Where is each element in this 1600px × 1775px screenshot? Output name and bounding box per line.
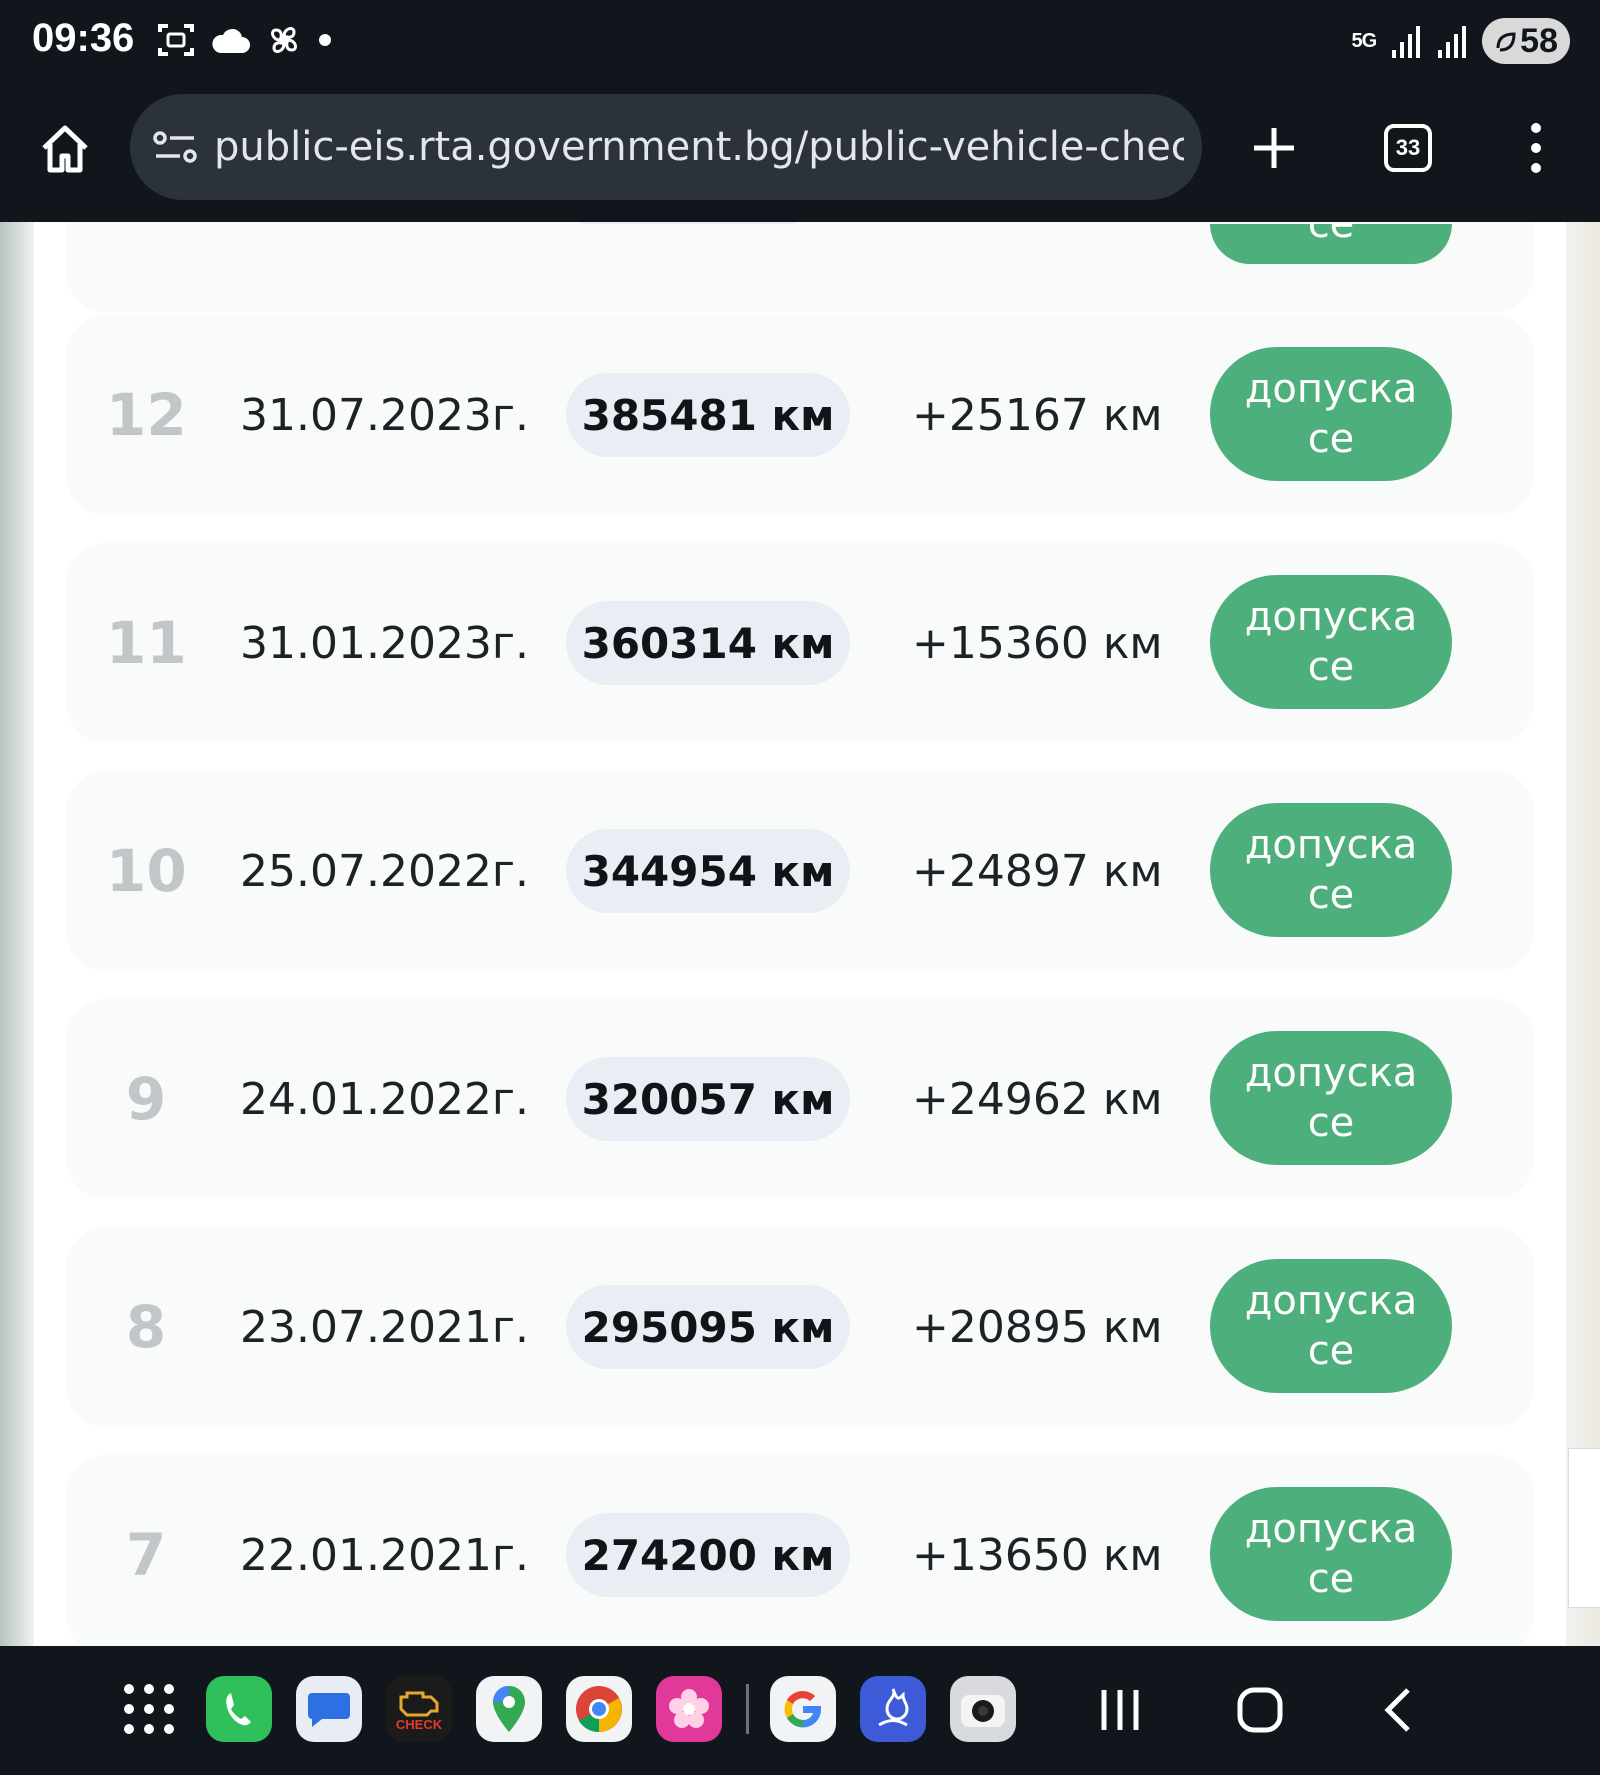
fan-icon <box>271 27 297 53</box>
table-row: 8 23.07.2021г. 295095 км +20895 км допус… <box>66 1227 1534 1427</box>
browser-toolbar: public-eis.rta.government.bg/public-vehi… <box>0 84 1600 222</box>
app-drawer-icon[interactable] <box>116 1676 182 1742</box>
inspection-date: 25.07.2022г. <box>240 846 530 897</box>
inspection-date: 31.07.2023г. <box>240 390 530 441</box>
messages-app-icon[interactable] <box>296 1676 362 1742</box>
recents-icon[interactable] <box>1092 1682 1148 1738</box>
tab-count: 33 <box>1395 135 1421 160</box>
mileage-diff: +25167 км <box>912 390 1163 441</box>
map-pin-icon <box>493 1686 525 1732</box>
battery-icon <box>1496 32 1516 52</box>
status-label-partial: се <box>1307 224 1355 247</box>
google-g-icon <box>784 1691 822 1728</box>
row-number: 10 <box>106 837 187 905</box>
inspection-date: 22.01.2021г. <box>240 1530 530 1581</box>
status-button-partial[interactable]: се <box>1210 224 1452 264</box>
row-number: 8 <box>125 1293 167 1361</box>
status-button[interactable]: допуска се <box>1210 575 1452 709</box>
status-notification-icons <box>156 20 332 60</box>
mileage-pill: 344954 км <box>566 829 850 913</box>
signal-icon <box>1392 26 1421 58</box>
mileage-diff: +13650 км <box>912 1530 1163 1581</box>
dot-icon <box>319 34 331 46</box>
status-system-icons: 5G 58 <box>1351 18 1570 64</box>
network-type: 5G <box>1351 30 1377 52</box>
row-number: 9 <box>125 1065 167 1133</box>
taskbar-divider <box>746 1684 749 1734</box>
obd-check-app-icon[interactable]: CHECK <box>386 1676 452 1742</box>
status-button[interactable]: допуска се <box>1210 347 1452 481</box>
home-icon[interactable] <box>38 122 92 176</box>
table-row: 10 25.07.2022г. 344954 км +24897 км допу… <box>66 771 1534 971</box>
site-info-icon[interactable] <box>152 128 198 168</box>
battery-level: 58 <box>1520 21 1558 60</box>
web-content: се 12 31.07.2023г. 385481 км +25167 км д… <box>0 222 1600 1646</box>
inspection-date: 23.07.2021г. <box>240 1302 530 1353</box>
status-button[interactable]: допуска се <box>1210 1031 1452 1165</box>
table-row: 7 22.01.2021г. 274200 км +13650 км допус… <box>66 1455 1534 1646</box>
status-bar: 09:36 5G 58 <box>0 0 1600 84</box>
chrome-logo-icon <box>576 1686 622 1733</box>
url-text: public-eis.rta.government.bg/public-vehi… <box>214 124 1184 170</box>
back-icon[interactable] <box>1372 1682 1428 1738</box>
floating-side-widget[interactable] <box>1568 1448 1600 1608</box>
gallery-app-icon[interactable] <box>656 1676 722 1742</box>
screenshot-icon <box>158 24 194 56</box>
phone-handset-icon <box>226 1693 251 1726</box>
tabs-icon[interactable]: 33 <box>1384 124 1432 172</box>
inspection-date: 31.01.2023г. <box>240 618 530 669</box>
table-row: 9 24.01.2022г. 320057 км +24962 км допус… <box>66 999 1534 1199</box>
mileage-pill-partial <box>566 222 810 224</box>
camera-lens-icon <box>961 1695 1005 1727</box>
phone-app-icon[interactable] <box>206 1676 272 1742</box>
plus-icon[interactable] <box>1250 124 1298 172</box>
mileage-diff: +20895 км <box>912 1302 1163 1353</box>
taskbar: CHECK <box>0 1646 1600 1775</box>
table-row: 12 31.07.2023г. 385481 км +25167 км допу… <box>66 315 1534 515</box>
signal-icon <box>1438 26 1467 58</box>
mileage-diff: +24897 км <box>912 846 1163 897</box>
camera-app-icon[interactable] <box>950 1676 1016 1742</box>
home-nav-icon[interactable] <box>1232 1682 1288 1738</box>
cloud-icon <box>212 28 250 53</box>
row-number: 7 <box>125 1521 167 1589</box>
status-button[interactable]: допуска се <box>1210 1487 1452 1621</box>
inspection-date: 24.01.2022г. <box>240 1074 530 1125</box>
message-bubble-icon <box>308 1693 350 1727</box>
address-bar[interactable]: public-eis.rta.government.bg/public-vehi… <box>130 94 1202 200</box>
table-row: 11 31.01.2023г. 360314 км +15360 км допу… <box>66 543 1534 743</box>
maps-app-icon[interactable] <box>476 1676 542 1742</box>
status-button[interactable]: допуска се <box>1210 803 1452 937</box>
flame-icon <box>878 1688 909 1727</box>
google-app-icon[interactable] <box>770 1676 836 1742</box>
fireplace-app-icon[interactable] <box>860 1676 926 1742</box>
mileage-pill: 360314 км <box>566 601 850 685</box>
mileage-pill: 320057 км <box>566 1057 850 1141</box>
mileage-diff: +24962 км <box>912 1074 1163 1125</box>
status-time: 09:36 <box>32 16 135 60</box>
table-row-partial: се <box>66 222 1534 312</box>
mileage-pill: 295095 км <box>566 1285 850 1369</box>
engine-icon <box>399 1691 439 1716</box>
flower-icon <box>669 1689 709 1728</box>
battery-indicator: 58 <box>1482 18 1570 64</box>
chrome-app-icon[interactable] <box>566 1676 632 1742</box>
obd-check-label: CHECK <box>395 1716 443 1732</box>
mileage-diff: +15360 км <box>912 618 1163 669</box>
mileage-pill: 274200 км <box>566 1513 850 1597</box>
mileage-pill: 385481 км <box>566 373 850 457</box>
status-button[interactable]: допуска се <box>1210 1259 1452 1393</box>
row-number: 12 <box>106 381 187 449</box>
more-vert-icon[interactable] <box>1518 120 1554 176</box>
row-number: 11 <box>106 609 187 677</box>
